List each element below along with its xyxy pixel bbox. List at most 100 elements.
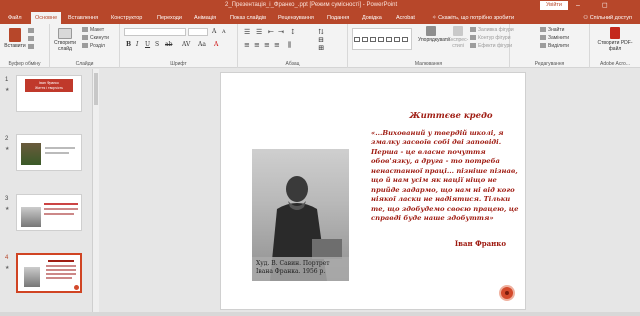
section-icon bbox=[82, 43, 88, 49]
line-spacing-icon[interactable]: ↕ bbox=[290, 28, 296, 36]
create-pdf-button[interactable]: Створити PDF-файл bbox=[593, 27, 637, 52]
font-size-combo[interactable] bbox=[188, 28, 208, 36]
acrobat-group: Створити PDF-файл Adobe Acro... bbox=[590, 24, 640, 68]
spacing-icon[interactable]: AV bbox=[182, 41, 190, 48]
slide-heading[interactable]: Життєве кредо bbox=[381, 111, 521, 121]
paste-button[interactable]: Вставити bbox=[4, 28, 26, 49]
tell-me-search[interactable]: ✧ Скажіть, що потрібно зробити bbox=[432, 12, 514, 24]
tab-animations[interactable]: Анімація bbox=[194, 12, 216, 24]
grow-font-icon[interactable]: A bbox=[212, 28, 216, 35]
copy-button[interactable] bbox=[28, 36, 36, 43]
slide-thumbnail-4[interactable] bbox=[16, 253, 82, 293]
thumbnails-scrollbar[interactable] bbox=[93, 69, 99, 316]
thumbnail-badge bbox=[74, 285, 79, 290]
new-slide-button[interactable]: Створити слайд bbox=[52, 28, 78, 52]
tab-acrobat[interactable]: Acrobat bbox=[396, 12, 415, 24]
shrink-font-icon[interactable]: A bbox=[222, 29, 226, 35]
copy-icon bbox=[28, 36, 34, 42]
ribbon-tabs: Файл Основне Вставлення Конструктор Пере… bbox=[0, 11, 640, 24]
tab-help[interactable]: Довідка bbox=[362, 12, 382, 24]
tab-view[interactable]: Подання bbox=[327, 12, 349, 24]
pdf-icon bbox=[610, 27, 620, 39]
bullets-icon[interactable]: ☰ bbox=[244, 28, 250, 36]
shadow-icon[interactable]: S bbox=[155, 41, 159, 48]
font-name-combo[interactable] bbox=[124, 28, 186, 36]
slide-thumbnail-1[interactable]: Іван Франко Життя і творчість bbox=[16, 75, 82, 112]
sign-in-button[interactable]: Увійти bbox=[540, 1, 568, 10]
reset-button[interactable]: Скинути bbox=[82, 35, 109, 42]
slide-number: 2 bbox=[5, 136, 9, 142]
cut-button[interactable] bbox=[28, 28, 36, 35]
smartart-icon[interactable]: ⊞ bbox=[318, 44, 324, 52]
shape-effects-button[interactable]: Ефекти фігури bbox=[470, 43, 512, 50]
slide-thumbnail-2[interactable] bbox=[16, 134, 82, 171]
ribbon: Вставити Буфер обміну Створити слайд Мак… bbox=[0, 24, 640, 68]
slide-thumbnail-3[interactable] bbox=[16, 194, 82, 231]
tab-design[interactable]: Конструктор bbox=[111, 12, 142, 24]
tab-review[interactable]: Рецензування bbox=[278, 12, 314, 24]
new-slide-icon bbox=[58, 28, 72, 39]
thumbnail-text-line bbox=[46, 277, 72, 279]
arrange-button[interactable]: Упорядкувати bbox=[418, 26, 450, 43]
editing-group-label: Редагування bbox=[534, 61, 565, 67]
effects-icon bbox=[470, 43, 476, 49]
format-painter-button[interactable] bbox=[28, 44, 36, 51]
layout-button[interactable]: Макет bbox=[82, 27, 104, 34]
shape-rect-icon bbox=[402, 37, 408, 42]
align-right-icon[interactable]: ≡ bbox=[264, 41, 270, 49]
align-text-icon[interactable]: ⊟ bbox=[318, 36, 324, 44]
decrease-indent-icon[interactable]: ⇤ bbox=[268, 28, 274, 36]
justify-icon[interactable]: ≡ bbox=[274, 41, 280, 49]
thumbnail-portrait-image bbox=[21, 207, 41, 227]
search-icon bbox=[540, 27, 546, 33]
select-button[interactable]: Виділити bbox=[540, 43, 569, 50]
tab-transitions[interactable]: Переходи bbox=[157, 12, 182, 24]
columns-icon[interactable]: ⫼ bbox=[288, 41, 291, 50]
underline-icon[interactable]: U bbox=[145, 41, 150, 48]
share-button[interactable]: ⚇ Спільний доступ bbox=[583, 12, 632, 24]
strikethrough-icon[interactable]: ab bbox=[165, 41, 172, 48]
bold-icon[interactable]: B bbox=[126, 41, 131, 48]
paragraph-group-label: Абзац bbox=[285, 61, 300, 67]
numbering-icon[interactable]: ☰ bbox=[256, 28, 262, 36]
quick-styles-button[interactable]: Експрес-стилі bbox=[446, 26, 470, 49]
increase-indent-icon[interactable]: ⇥ bbox=[278, 28, 284, 36]
drawing-group-label: Малювання bbox=[414, 61, 443, 67]
slide-number: 1 bbox=[5, 77, 9, 83]
thumbnail-text-line bbox=[44, 213, 74, 215]
paint-bucket-icon bbox=[470, 27, 476, 33]
layout-icon bbox=[82, 27, 88, 33]
shape-rect-icon bbox=[362, 37, 368, 42]
align-left-icon[interactable]: ≡ bbox=[244, 41, 250, 49]
shape-fill-button[interactable]: Заливка фігури bbox=[470, 27, 514, 34]
slide-quote[interactable]: «...Вихований у твердій школі, я змалку … bbox=[371, 129, 521, 224]
reset-icon bbox=[82, 35, 88, 41]
quote-author[interactable]: Іван Франко bbox=[426, 239, 506, 248]
slide-number: 4 bbox=[5, 255, 9, 261]
tab-file[interactable]: Файл bbox=[8, 12, 22, 24]
scissors-icon bbox=[28, 28, 34, 34]
thumbnail-text-line bbox=[45, 147, 75, 149]
shape-outline-button[interactable]: Контур фігури bbox=[470, 35, 510, 42]
find-button[interactable]: Знайти bbox=[540, 27, 564, 34]
font-color-icon[interactable]: A bbox=[214, 41, 218, 48]
align-center-icon[interactable]: ≡ bbox=[254, 41, 260, 49]
italic-icon[interactable]: I bbox=[136, 41, 138, 48]
tab-insert[interactable]: Вставлення bbox=[68, 12, 98, 24]
slides-group: Створити слайд Макет Скинути Розділ Слай… bbox=[50, 24, 120, 68]
thumbnail-text-line bbox=[46, 269, 76, 271]
text-direction-icon[interactable]: ⇅ bbox=[318, 28, 324, 36]
scrollbar-thumb[interactable] bbox=[94, 73, 98, 105]
tab-home[interactable]: Основне bbox=[31, 12, 62, 24]
tab-slideshow[interactable]: Показ слайдів bbox=[230, 12, 266, 24]
shapes-gallery[interactable] bbox=[352, 28, 412, 50]
section-button[interactable]: Розділ bbox=[82, 43, 105, 50]
transition-star-icon: ★ bbox=[5, 265, 10, 271]
window-title: 2_Презентація_і_Франко_.ppt [Режим суміс… bbox=[225, 2, 398, 8]
change-case-icon[interactable]: Aa bbox=[198, 41, 206, 48]
current-slide[interactable]: Худ. В. Савин. Портрет Івана Франка. 195… bbox=[220, 72, 526, 310]
thumbnail-title-block: Іван Франко Життя і творчість bbox=[25, 79, 73, 92]
portrait-image[interactable]: Худ. В. Савин. Портрет Івана Франка. 195… bbox=[252, 149, 349, 281]
brush-icon bbox=[28, 44, 34, 50]
replace-button[interactable]: Замінити bbox=[540, 35, 569, 42]
